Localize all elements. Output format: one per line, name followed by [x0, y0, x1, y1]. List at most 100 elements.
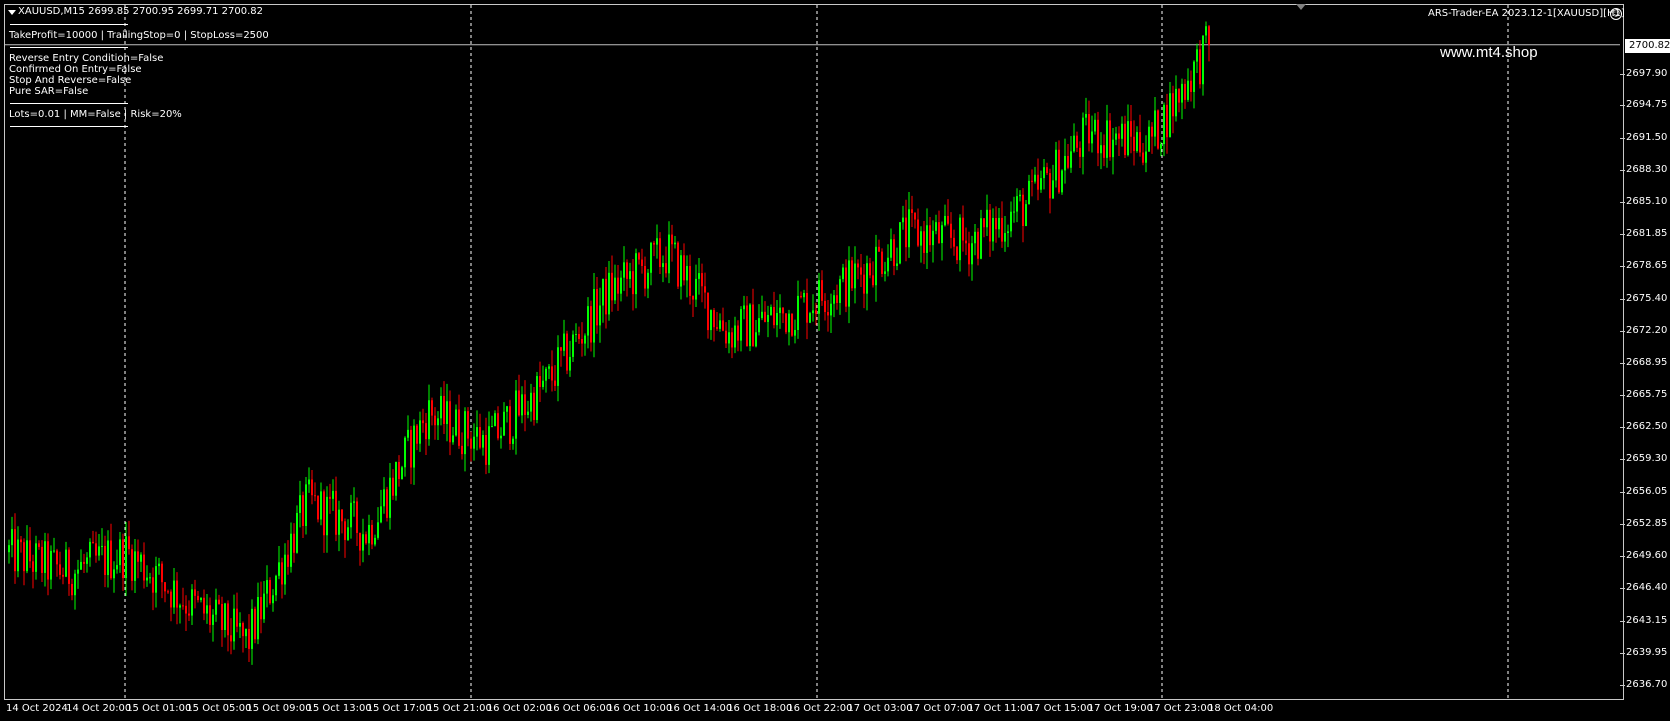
time-tick-label: 15 Oct 13:00 [306, 703, 372, 714]
price-tick-label: 2665.75 [1626, 388, 1668, 400]
time-tick-label: 15 Oct 17:00 [366, 703, 432, 714]
candle-body [1061, 170, 1063, 193]
candle-body [614, 277, 616, 301]
chart-window[interactable]: XAUUSD,M15 2699.85 2700.95 2699.71 2700.… [0, 0, 1670, 721]
candle-body [515, 390, 517, 439]
candle-body [539, 376, 541, 388]
candle-body [563, 333, 565, 351]
candle-body [782, 307, 784, 314]
candle-body [311, 479, 313, 496]
candle-body [440, 395, 442, 419]
price-tick-label: 2639.95 [1626, 646, 1668, 658]
candlestick-chart[interactable] [0, 0, 1670, 721]
candle-body [101, 545, 103, 547]
candle-body [317, 495, 319, 520]
candle-body [38, 543, 40, 547]
candle-body [215, 599, 217, 615]
candle-body [293, 533, 295, 553]
candle-body [50, 550, 52, 580]
watermark-text: www.mt4.shop [1440, 44, 1538, 61]
candle-body [1079, 147, 1081, 157]
time-tick-label: 16 Oct 06:00 [546, 703, 613, 714]
candle-body [995, 217, 997, 230]
candle-body [191, 589, 193, 616]
candle-body [935, 222, 937, 231]
candle-body [77, 569, 79, 574]
candle-body [986, 209, 988, 228]
candle-body [398, 461, 400, 480]
candle-body [155, 566, 157, 593]
smiley-icon[interactable]: ☺ [1610, 8, 1622, 20]
candle-body [932, 230, 934, 246]
candle-body [452, 435, 454, 443]
chart-shift-marker-icon[interactable] [1296, 4, 1306, 10]
candle-body [593, 289, 595, 343]
info-lots-line: Lots=0.01 | MM=False | Risk=20% [9, 109, 182, 120]
candle-body [503, 411, 505, 436]
candle-body [1118, 133, 1120, 139]
price-tick-mark [1620, 201, 1625, 203]
candle-body [74, 573, 76, 596]
candle-body [620, 277, 622, 294]
candle-body [893, 239, 895, 266]
candle-body [392, 477, 394, 496]
candle-body [1103, 145, 1105, 158]
candle-body [578, 333, 580, 339]
candle-body [458, 409, 460, 446]
chart-menu-arrow-icon[interactable] [8, 10, 16, 15]
candle-body [140, 554, 142, 562]
candle-body [854, 263, 856, 289]
candle-body [152, 577, 154, 593]
candle-body [974, 231, 976, 244]
candle-body [1013, 211, 1015, 213]
ea-title: ARS-Trader-EA 2023.12-1[XAUUSD][H1] [1428, 8, 1625, 19]
candle-body [674, 242, 676, 245]
candle-body [1037, 174, 1039, 190]
time-tick-label: 15 Oct 01:00 [126, 703, 192, 714]
candle-body [806, 292, 808, 323]
candle-body [767, 314, 769, 322]
candle-body [68, 549, 70, 584]
candle-body [977, 231, 979, 259]
info-takeprofit-line: TakeProfit=10000 | TrailingStop=0 | Stop… [9, 30, 269, 41]
candle-body [113, 569, 115, 579]
candle-body [260, 597, 262, 620]
candle-body [239, 623, 241, 627]
candle-body [968, 243, 970, 265]
candle-body [1055, 149, 1057, 181]
candle-body [704, 286, 706, 293]
symbol-header: XAUUSD,M15 2699.85 2700.95 2699.71 2700.… [18, 6, 264, 17]
candle-body [941, 225, 943, 244]
candle-body [410, 429, 412, 468]
candle-body [188, 613, 190, 616]
candle-body [638, 253, 640, 260]
candle-body [794, 329, 796, 336]
candle-body [407, 429, 409, 438]
price-tick-mark [1620, 137, 1625, 139]
price-tick-label: 2636.70 [1626, 679, 1668, 690]
candle-body [851, 260, 853, 289]
candle-body [137, 551, 139, 562]
candle-body [875, 246, 877, 286]
candle-body [710, 310, 712, 331]
candle-body [1028, 180, 1030, 205]
candle-body [356, 501, 358, 533]
price-tick-label: 2694.75 [1626, 99, 1668, 111]
candle-body [665, 263, 667, 274]
candle-body [878, 246, 880, 252]
candle-body [722, 320, 724, 331]
candle-body [206, 605, 208, 614]
candle-body [1178, 88, 1180, 103]
candle-body [1094, 119, 1096, 132]
candle-body [587, 306, 589, 336]
candle-body [209, 605, 211, 625]
price-tick-mark [1620, 556, 1625, 558]
candle-body [287, 554, 289, 567]
candle-body [569, 356, 571, 371]
time-tick-label: 17 Oct 15:00 [1027, 703, 1093, 714]
candle-body [161, 563, 163, 583]
candle-body [1070, 151, 1072, 168]
candle-body [428, 400, 430, 440]
candle-body [860, 267, 862, 275]
candle-body [443, 395, 445, 425]
